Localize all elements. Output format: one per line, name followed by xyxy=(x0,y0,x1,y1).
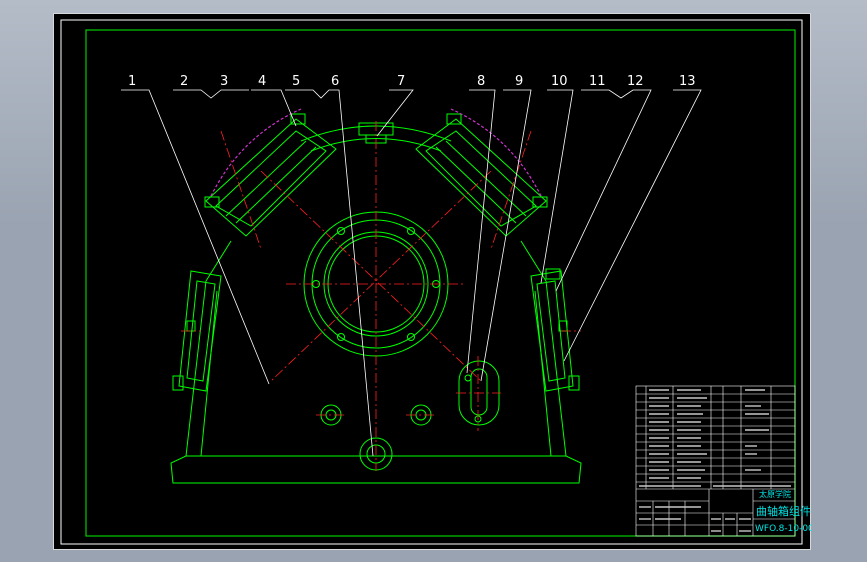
school-name: 太原学院 xyxy=(759,489,791,499)
assembly-drawing: 1 2 3 4 5 6 7 8 9 10 11 12 13 太原学院 曲轴箱组件… xyxy=(60,19,812,545)
callout-13: 13 xyxy=(679,74,696,89)
callout-4: 4 xyxy=(258,74,266,89)
callout-11: 11 xyxy=(589,74,606,89)
callout-12: 12 xyxy=(627,74,644,89)
cad-viewport[interactable]: 1 2 3 4 5 6 7 8 9 10 11 12 13 太原学院 曲轴箱组件… xyxy=(53,13,812,550)
callout-9: 9 xyxy=(515,74,523,89)
callout-8: 8 xyxy=(477,74,485,89)
center-lines xyxy=(181,121,581,471)
callout-7: 7 xyxy=(397,74,405,89)
drawing-frame xyxy=(85,29,796,537)
callout-6: 6 xyxy=(331,74,339,89)
callout-2: 2 xyxy=(180,74,188,89)
callout-3: 3 xyxy=(220,74,228,89)
callout-1: 1 xyxy=(128,74,136,89)
callout-10: 10 xyxy=(551,74,568,89)
drawing-title: 曲轴箱组件 xyxy=(756,504,811,518)
drawing-number: WFO.8-10-00 xyxy=(755,524,812,534)
leader-lines xyxy=(121,89,702,457)
part-callouts: 1 2 3 4 5 6 7 8 9 10 11 12 13 xyxy=(128,74,696,89)
sheet-border xyxy=(60,19,803,545)
callout-5: 5 xyxy=(292,74,300,89)
